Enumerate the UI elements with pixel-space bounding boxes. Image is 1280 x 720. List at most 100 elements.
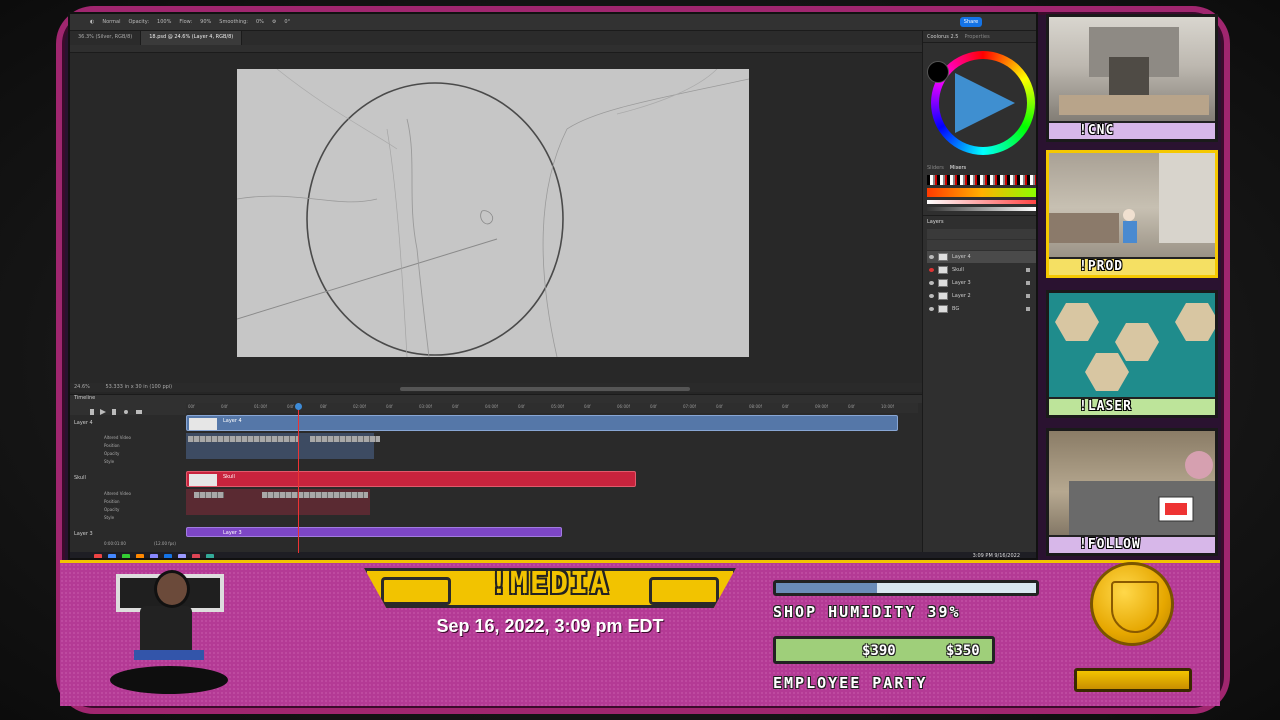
playhead[interactable] [298, 403, 299, 553]
layer-row[interactable]: Layer 2 [927, 290, 1036, 302]
timeline-title[interactable]: Timeline [70, 395, 922, 403]
color-picker[interactable] [923, 43, 1036, 163]
layer-row[interactable]: Layer 3 [927, 277, 1036, 289]
timeline-controls [70, 403, 186, 415]
tab-properties[interactable]: Properties [964, 34, 989, 40]
layer-name: Layer 4 [952, 254, 971, 260]
layer-thumbnail [938, 266, 948, 274]
lock-icon [1026, 268, 1030, 272]
track-prop: Opacity [104, 507, 120, 512]
hex-tile [1055, 303, 1099, 341]
layer-row[interactable]: BG [927, 303, 1036, 315]
color-mixer-gradient[interactable] [927, 188, 1036, 197]
color-sub-tabs: Sliders Mixers [923, 163, 1036, 173]
ruler-tick: 05:00f [551, 404, 564, 409]
artboard[interactable] [236, 68, 750, 358]
eye-icon[interactable] [929, 255, 934, 259]
share-button[interactable]: Share [960, 17, 982, 27]
taskbar-clock[interactable]: 3:09 PM 9/16/2022 [972, 553, 1020, 559]
zoom-level[interactable]: 24.6% [74, 384, 90, 390]
document-tabs: 36.3% (Silver, RGB/8) 18.psd @ 24.6% (La… [70, 31, 922, 45]
clip-layer-3[interactable]: Layer 3 [186, 527, 562, 537]
brush-preset-icon[interactable]: ◐ [90, 19, 94, 25]
layer-row[interactable]: Skull [927, 264, 1036, 276]
track-label[interactable]: Skull [74, 475, 86, 481]
sketch-drawing [236, 68, 750, 358]
smoothing-value[interactable]: 0% [256, 19, 264, 25]
ruler-tick: 00f [188, 404, 195, 409]
follow-scene [1069, 451, 1215, 541]
stream-datetime: Sep 16, 2022, 3:09 pm EDT [436, 616, 664, 636]
keyframes[interactable] [262, 492, 368, 498]
keyframes[interactable] [310, 436, 380, 442]
hex-tile [1115, 323, 1159, 361]
track-prop: Style [104, 459, 115, 464]
track-label[interactable]: Layer 3 [74, 531, 93, 537]
track-label[interactable]: Layer 4 [74, 420, 93, 426]
ruler-tick: 04f [518, 404, 525, 409]
mixer-slider-2[interactable] [927, 207, 1036, 211]
mode-select[interactable]: Normal [102, 19, 120, 25]
opacity-value[interactable]: 100% [157, 19, 171, 25]
clip-skull[interactable]: Skull [186, 471, 636, 487]
color-panel-tabs: Coolorus 2.5 Properties [923, 31, 1036, 43]
mixer-slider-1[interactable] [927, 200, 1036, 204]
canvas-area[interactable] [70, 53, 922, 383]
layer-thumbnail [938, 292, 948, 300]
camera-follow: !FOLLOW [1046, 428, 1218, 556]
playhead-handle[interactable] [295, 403, 302, 410]
party-amount: $390 [862, 643, 896, 659]
clock-time: 3:09 PM [972, 553, 993, 559]
angle-value[interactable]: 0° [284, 19, 290, 25]
tab-mixers[interactable]: Mixers [950, 165, 966, 171]
tab-coolorus[interactable]: Coolorus 2.5 [927, 34, 958, 40]
layers-panel-title[interactable]: Layers [923, 215, 1036, 228]
tab-doc-1[interactable]: 36.3% (Silver, RGB/8) [70, 31, 142, 45]
flow-value[interactable]: 90% [200, 19, 211, 25]
clip-thumbnail [189, 474, 217, 486]
doc-size: 53.333 in x 30 in (100 ppi) [105, 384, 173, 390]
swatch-strip[interactable] [927, 175, 1036, 185]
playback-icons[interactable] [70, 406, 186, 418]
hex-tile [1175, 303, 1215, 341]
party-goal-bar: $390 $350 [773, 636, 995, 664]
camera-label: !CNC [1049, 121, 1215, 139]
layer-name: Skull [952, 267, 964, 273]
shield-coin-icon [1090, 562, 1174, 646]
ruler-tick: 03:00f [419, 404, 432, 409]
ruler-tick: 02:00f [353, 404, 366, 409]
foreground-swatch[interactable] [927, 61, 949, 83]
color-triangle[interactable] [955, 73, 1015, 133]
right-panels: Coolorus 2.5 Properties Sliders Mixers L… [922, 31, 1036, 558]
avatar-head [154, 570, 190, 608]
gear-icon[interactable]: ⚙ [272, 19, 276, 25]
keyframes[interactable] [188, 436, 298, 442]
layers-options-bar[interactable] [927, 240, 1036, 250]
lock-icon [1026, 307, 1030, 311]
tab-doc-2[interactable]: 18.psd @ 24.6% (Layer 4, RGB/8) [141, 31, 243, 45]
clip-layer-4[interactable]: Layer 4 [186, 415, 898, 431]
keyframes[interactable] [194, 492, 224, 498]
horizontal-scrollbar[interactable] [400, 387, 690, 391]
eye-icon[interactable] [929, 307, 934, 311]
camera-cnc: !CNC [1046, 14, 1218, 142]
eye-icon[interactable] [929, 281, 934, 285]
layer-row[interactable]: Layer 4 [927, 251, 1036, 263]
ruler-tick: 04f [782, 404, 789, 409]
clock-date: 9/16/2022 [994, 553, 1020, 559]
tab-sliders[interactable]: Sliders [927, 165, 944, 171]
horizontal-ruler [70, 45, 922, 53]
eye-icon[interactable] [929, 294, 934, 298]
track-prop: Position [104, 499, 120, 504]
ruler-tick: 04f [848, 404, 855, 409]
avatar-legs [134, 650, 204, 660]
party-goal: $350 [946, 643, 980, 659]
layer-thumbnail [938, 305, 948, 313]
timeline-panel: Timeline 00f 04f 01:00f 04f 08f 02:00f 04f 03:0… [70, 394, 922, 553]
camera-label: !LASER [1049, 397, 1215, 415]
eye-icon[interactable] [929, 268, 934, 272]
options-bar: ◐ Normal Opacity: 100% Flow: 90% Smoothi… [70, 14, 1036, 31]
track-prop: Altered Video [104, 435, 131, 440]
layers-filter-bar[interactable] [927, 229, 1036, 239]
ruler-tick: 04f [584, 404, 591, 409]
